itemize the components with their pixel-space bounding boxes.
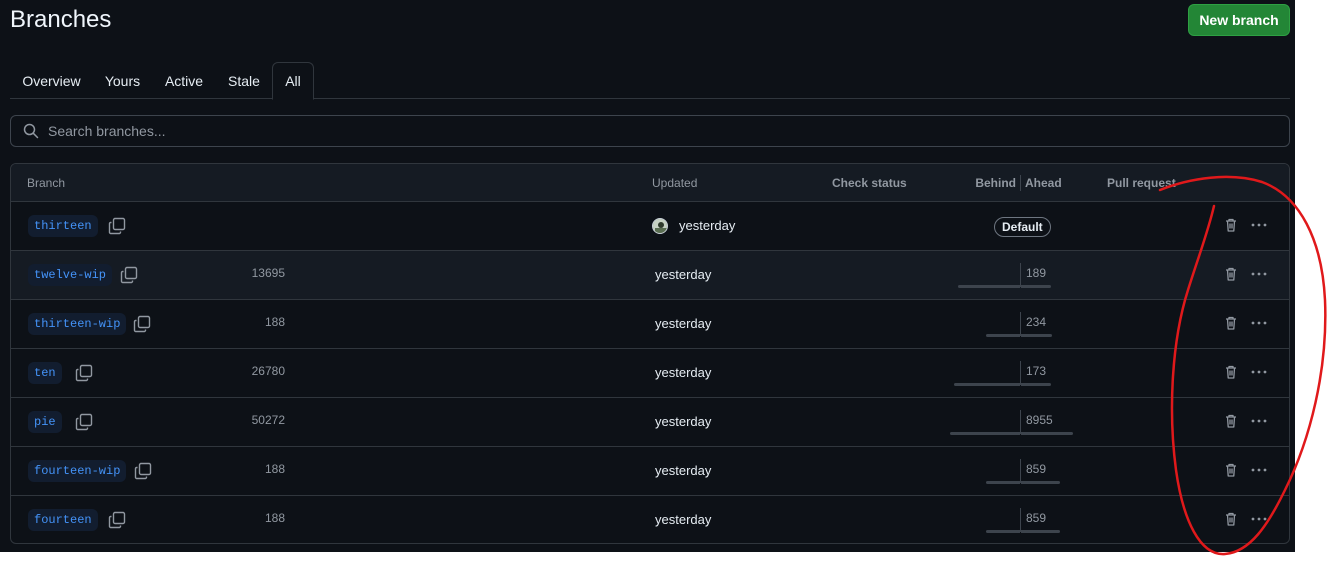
- branch-name-link[interactable]: twelve-wip: [28, 264, 113, 286]
- branch-name-link[interactable]: pie: [28, 411, 62, 433]
- tab-active[interactable]: Active: [152, 62, 216, 99]
- ahead-count: 8955: [1026, 413, 1053, 427]
- behind-ahead-divider: [1020, 508, 1021, 532]
- table-row: ten yesterday 26780 173: [11, 349, 1289, 398]
- kebab-horizontal-icon[interactable]: [1250, 266, 1268, 282]
- table-header: Branch Updated Check status Behind Ahead…: [11, 164, 1289, 202]
- column-header-ahead: Ahead: [1025, 176, 1062, 190]
- table-row: thirteen yesterday Default: [11, 202, 1289, 251]
- behind-bar: [986, 334, 1020, 337]
- behind-bar: [958, 285, 1020, 288]
- page-title: Branches: [10, 6, 112, 33]
- behind-ahead-divider: [1020, 410, 1021, 434]
- table-body: thirteen yesterday Default twelve-wip ye…: [11, 202, 1289, 543]
- copy-icon[interactable]: [119, 265, 139, 285]
- branch-name-link[interactable]: thirteen-wip: [28, 313, 127, 335]
- new-branch-button[interactable]: New branch: [1188, 4, 1290, 36]
- behind-ahead-divider: [1020, 312, 1021, 336]
- updated-time: yesterday: [655, 512, 712, 527]
- branch-filter-tabs: Overview Yours Active Stale All: [10, 62, 1290, 100]
- kebab-horizontal-icon[interactable]: [1250, 462, 1268, 478]
- column-header-check-status: Check status: [832, 176, 907, 190]
- ahead-bar: [1021, 383, 1051, 386]
- trash-icon[interactable]: [1223, 462, 1239, 478]
- trash-icon[interactable]: [1223, 315, 1239, 331]
- behind-bar: [986, 530, 1020, 533]
- default-badge: Default: [994, 217, 1051, 237]
- trash-icon[interactable]: [1223, 266, 1239, 282]
- tab-all[interactable]: All: [272, 62, 314, 100]
- trash-icon[interactable]: [1223, 364, 1239, 380]
- ahead-count: 189: [1026, 266, 1047, 280]
- behind-ahead-divider: [1020, 175, 1021, 191]
- updated-time: yesterday: [655, 316, 712, 331]
- trash-icon[interactable]: [1223, 413, 1239, 429]
- kebab-horizontal-icon[interactable]: [1250, 364, 1268, 380]
- branch-name-link[interactable]: fourteen-wip: [28, 460, 127, 482]
- kebab-horizontal-icon[interactable]: [1250, 413, 1268, 429]
- branch-name-link[interactable]: thirteen: [28, 215, 98, 237]
- tab-stale[interactable]: Stale: [216, 62, 272, 99]
- column-header-pull-request: Pull request: [1107, 176, 1176, 190]
- updated-time: yesterday: [679, 218, 736, 233]
- updated-time: yesterday: [655, 267, 712, 282]
- ahead-bar: [1021, 432, 1073, 435]
- behind-bar: [950, 432, 1020, 435]
- copy-icon[interactable]: [133, 461, 153, 481]
- trash-icon[interactable]: [1223, 217, 1239, 233]
- ahead-bar: [1021, 334, 1052, 337]
- behind-count: 188: [264, 511, 285, 525]
- branch-name-link[interactable]: ten: [28, 362, 62, 384]
- copy-icon[interactable]: [132, 314, 152, 334]
- avatar[interactable]: [652, 218, 668, 234]
- kebab-horizontal-icon[interactable]: [1250, 511, 1268, 527]
- ahead-count: 234: [1026, 315, 1047, 329]
- updated-time: yesterday: [655, 414, 712, 429]
- table-row: pie yesterday 50272 8955: [11, 398, 1289, 447]
- search-box: [10, 115, 1290, 147]
- tab-overview[interactable]: Overview: [10, 62, 93, 99]
- tab-yours[interactable]: Yours: [93, 62, 152, 99]
- copy-icon[interactable]: [107, 216, 127, 236]
- behind-bar: [986, 481, 1020, 484]
- table-row: thirteen-wip yesterday 188 234: [11, 300, 1289, 349]
- column-header-updated: Updated: [652, 176, 698, 190]
- branches-page: Branches New branch Overview Yours Activ…: [0, 0, 1295, 552]
- trash-icon[interactable]: [1223, 511, 1239, 527]
- copy-icon[interactable]: [74, 363, 94, 383]
- table-row: fourteen-wip yesterday 188 859: [11, 447, 1289, 496]
- behind-ahead-divider: [1020, 263, 1021, 287]
- updated-time: yesterday: [655, 463, 712, 478]
- behind-count: 13695: [251, 266, 285, 280]
- ahead-bar: [1021, 481, 1060, 484]
- behind-count: 188: [264, 462, 285, 476]
- kebab-horizontal-icon[interactable]: [1250, 315, 1268, 331]
- search-input[interactable]: [48, 123, 1248, 139]
- behind-ahead-divider: [1020, 459, 1021, 483]
- behind-count: 188: [264, 315, 285, 329]
- ahead-bar: [1021, 530, 1060, 533]
- branch-name-link[interactable]: fourteen: [28, 509, 98, 531]
- ahead-count: 859: [1026, 462, 1047, 476]
- behind-bar: [954, 383, 1020, 386]
- column-header-branch: Branch: [27, 176, 66, 190]
- behind-count: 26780: [251, 364, 285, 378]
- branches-table: Branch Updated Check status Behind Ahead…: [10, 163, 1290, 544]
- behind-count: 50272: [251, 413, 285, 427]
- behind-ahead-divider: [1020, 361, 1021, 385]
- copy-icon[interactable]: [107, 510, 127, 530]
- kebab-horizontal-icon[interactable]: [1250, 217, 1268, 233]
- table-row: twelve-wip yesterday 13695 189: [11, 251, 1289, 300]
- updated-time: yesterday: [655, 365, 712, 380]
- column-header-behind: Behind: [975, 176, 1016, 190]
- table-row: fourteen yesterday 188 859: [11, 496, 1289, 543]
- copy-icon[interactable]: [74, 412, 94, 432]
- search-icon: [23, 123, 39, 139]
- ahead-bar: [1021, 285, 1051, 288]
- ahead-count: 859: [1026, 511, 1047, 525]
- ahead-count: 173: [1026, 364, 1047, 378]
